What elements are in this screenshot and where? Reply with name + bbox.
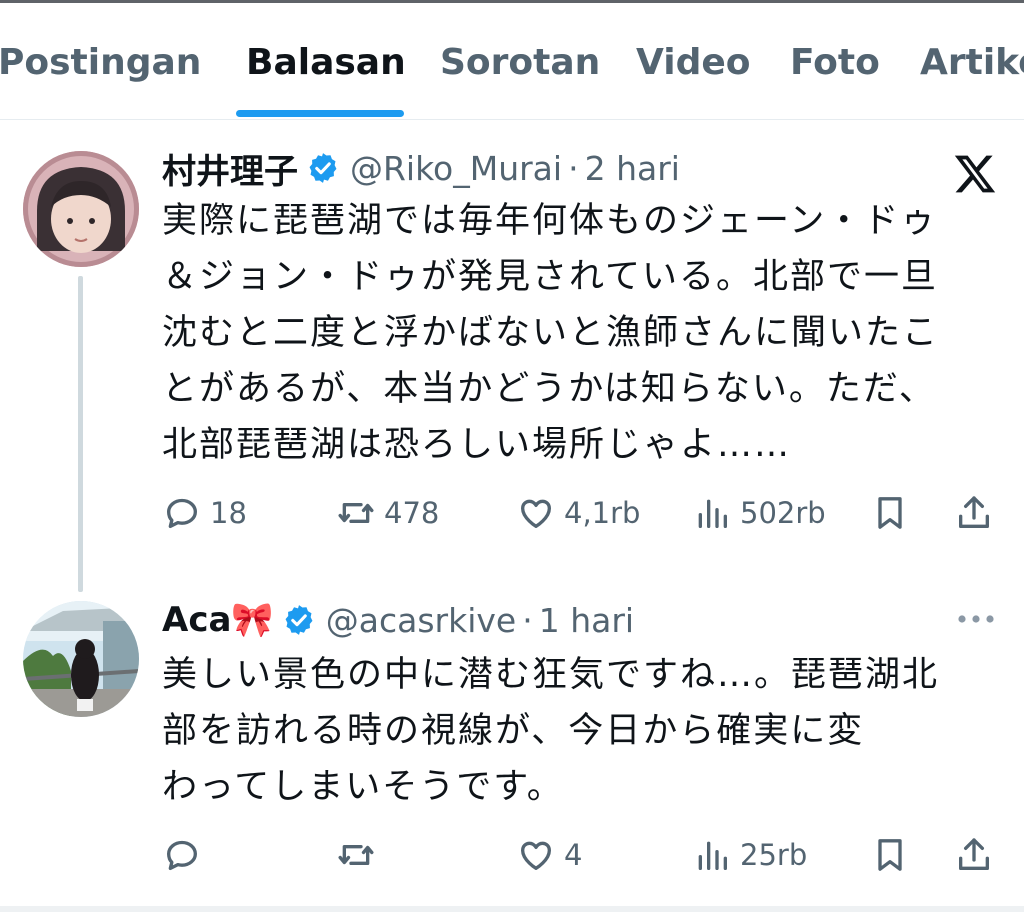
view-count: 25rb [740, 838, 808, 872]
analytics-icon [698, 841, 727, 870]
avatar[interactable] [23, 151, 139, 267]
post-text-line: わってしまいそうです。 [162, 767, 564, 807]
post-timestamp[interactable]: 1 hari [539, 601, 634, 640]
views-button[interactable]: 25rb [692, 833, 807, 877]
display-name[interactable]: 村井理子 [162, 144, 298, 193]
reply-button[interactable]: 18 [162, 491, 247, 535]
tab-video[interactable]: Video [636, 41, 751, 85]
x-logo-icon [954, 155, 996, 193]
post-header: Aca🎀 @acasrkive · 1 hari [162, 595, 634, 645]
user-handle[interactable]: @Riko_Murai [350, 149, 562, 188]
separator-dot: · [568, 148, 579, 188]
separator-dot: · [522, 600, 533, 640]
thread-connector-line [78, 276, 83, 592]
avatar-image-aca [23, 601, 139, 717]
heart-icon [521, 841, 551, 870]
like-count: 4 [564, 838, 583, 872]
reply-icon [167, 498, 197, 528]
post-text-line: ＆ジョン・ドゥが発見されている。北部で一旦 [162, 257, 938, 297]
tab-artikel[interactable]: Artikel [920, 41, 1024, 85]
post-text-line: 部を訪れる時の視線が、今日から確実に変 [162, 711, 865, 751]
views-button[interactable]: 502rb [692, 491, 826, 535]
like-count: 4,1rb [564, 496, 641, 530]
more-options-icon[interactable] [956, 612, 996, 626]
like-button[interactable]: 4,1rb [516, 491, 640, 535]
post-timestamp[interactable]: 2 hari [585, 149, 680, 188]
view-count: 502rb [740, 496, 826, 530]
post-text: 美しい景色の中に潜む狂気ですね…。琵琶湖北 部を訪れる時の視線が、今日から確実に… [162, 647, 992, 815]
avatar-image-riko [23, 151, 139, 267]
reply-count: 18 [210, 496, 247, 530]
verified-badge-icon [285, 605, 313, 635]
share-button[interactable] [954, 491, 994, 535]
tab-balasan[interactable]: Balasan [246, 41, 406, 85]
display-name[interactable]: Aca🎀 [162, 600, 274, 640]
post-text-line: 美しい景色の中に潜む狂気ですね…。琵琶湖北 [162, 655, 940, 695]
bookmark-icon [878, 497, 902, 529]
post-text-line: 実際に琵琶湖では毎年何体ものジェーン・ドゥ [162, 201, 938, 241]
bookmark-button[interactable] [870, 833, 910, 877]
share-icon [959, 838, 989, 870]
reply-button[interactable] [162, 833, 210, 877]
post-text-line: とがあるが、本当かどうかは知らない。ただ、 [162, 369, 936, 409]
repost-button[interactable]: 478 [336, 491, 439, 535]
post-text: 実際に琵琶湖では毎年何体ものジェーン・ドゥ ＆ジョン・ドゥが発見されている。北部… [162, 193, 992, 473]
bookmark-icon [878, 839, 902, 871]
bottom-divider [0, 906, 1024, 912]
tab-foto[interactable]: Foto [790, 41, 880, 85]
share-button[interactable] [954, 833, 994, 877]
like-button[interactable]: 4 [516, 833, 582, 877]
active-tab-indicator [236, 110, 404, 117]
post-text-line: 沈むと二度と浮かばないと漁師さんに聞いたこ [162, 313, 940, 353]
analytics-icon [698, 499, 727, 528]
repost-icon [338, 845, 374, 865]
post-header: 村井理子 @Riko_Murai · 2 hari [162, 143, 680, 193]
tab-sorotan[interactable]: Sorotan [440, 41, 600, 85]
user-handle[interactable]: @acasrkive [326, 601, 516, 640]
share-icon [959, 496, 989, 528]
verified-badge-icon [309, 153, 337, 183]
heart-icon [521, 499, 551, 528]
avatar[interactable] [23, 601, 139, 717]
repost-button[interactable] [336, 833, 384, 877]
post-text-line: 北部琵琶湖は恐ろしい場所じゃよ…… [162, 425, 792, 465]
tab-postingan[interactable]: Postingan [0, 41, 201, 85]
repost-icon [338, 503, 374, 523]
repost-count: 478 [384, 496, 440, 530]
reply-icon [167, 840, 197, 870]
profile-tab-bar: Postingan Balasan Sorotan Video Foto Art… [0, 3, 1024, 120]
bookmark-button[interactable] [870, 491, 910, 535]
post-actions: 18 478 4,1rb 502rb [160, 491, 1000, 535]
post-actions: 4 25rb [160, 833, 1000, 877]
